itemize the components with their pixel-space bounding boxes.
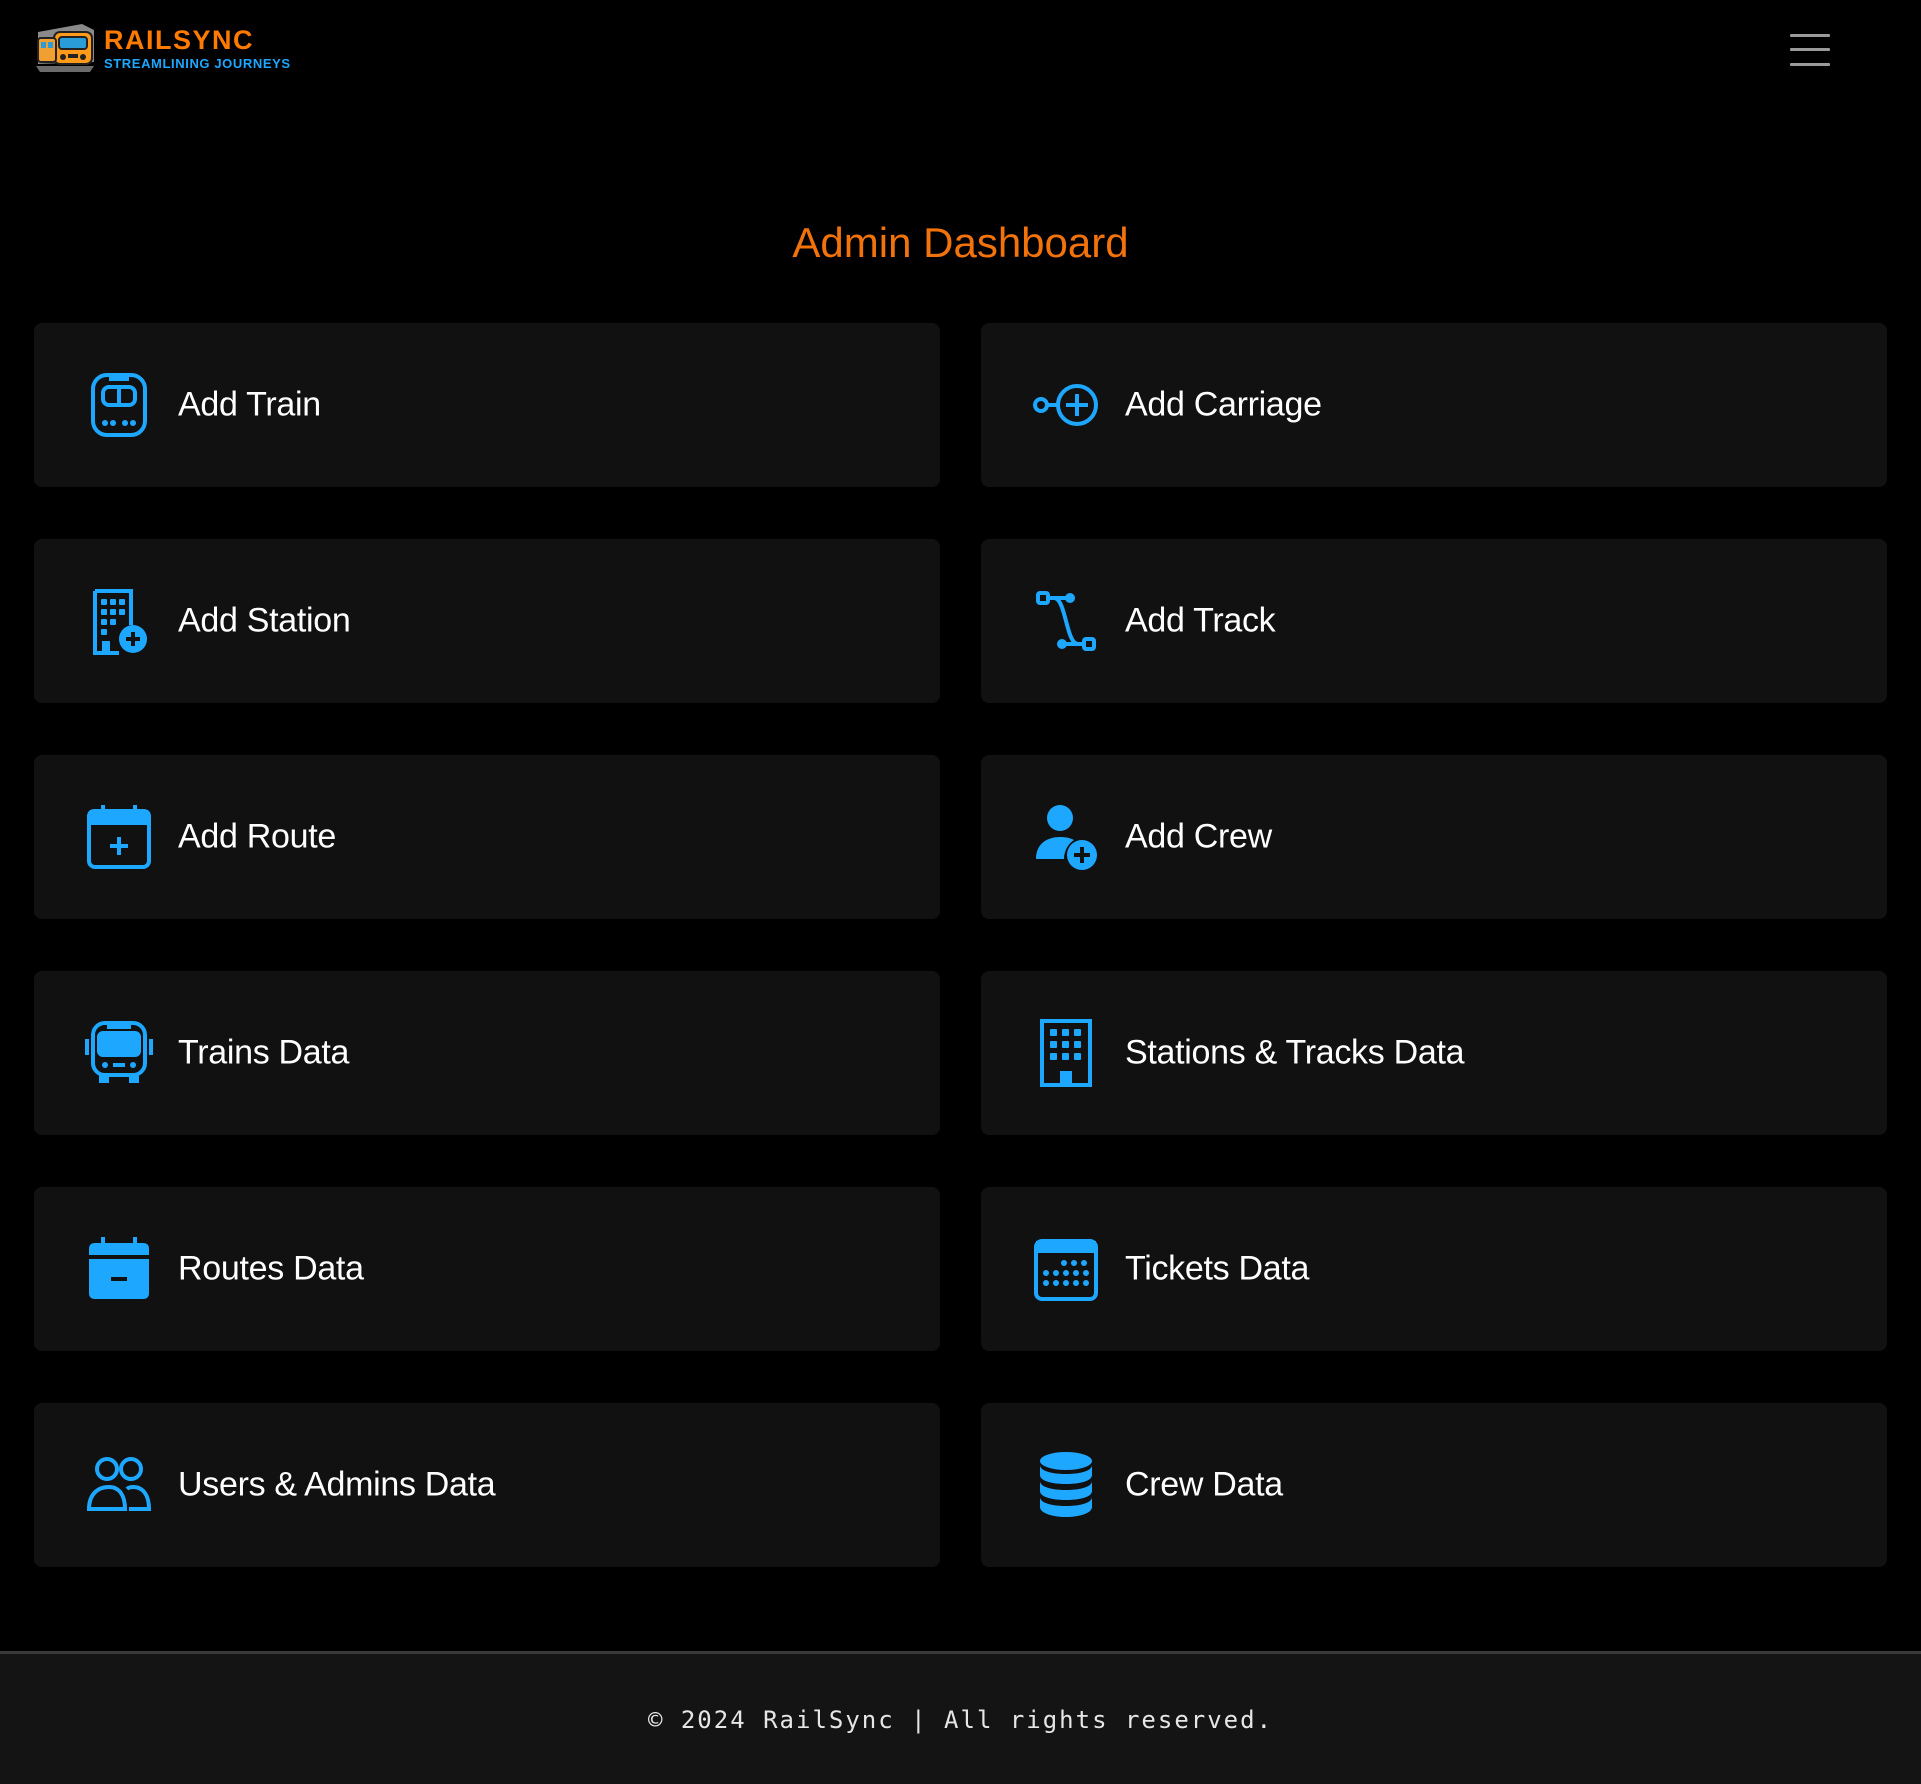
logo[interactable]: RAILSYNC STREAMLINING JOURNEYS [34, 22, 291, 74]
add-train-card[interactable]: Add Train [34, 323, 940, 487]
add-route-card[interactable]: Add Route [34, 755, 940, 919]
logo-name: RAILSYNC [104, 24, 255, 55]
logo-tagline: STREAMLINING JOURNEYS [104, 55, 291, 71]
person-plus-icon [1032, 803, 1100, 871]
copyright-text: © 2024 RailSync | All rights reserved. [647, 1706, 1274, 1734]
building-icon [1032, 1019, 1100, 1087]
add-crew-card[interactable]: Add Crew [981, 755, 1887, 919]
add-station-card[interactable]: Add Station [34, 539, 940, 703]
routes-data-card[interactable]: Routes Data [34, 1187, 940, 1351]
add-track-card[interactable]: Add Track [981, 539, 1887, 703]
footer: © 2024 RailSync | All rights reserved. [0, 1651, 1921, 1784]
card-label: Add Track [1125, 601, 1276, 640]
card-label: Add Crew [1125, 817, 1272, 856]
stations-tracks-data-card[interactable]: Stations & Tracks Data [981, 971, 1887, 1135]
card-label: Tickets Data [1125, 1249, 1310, 1288]
header: RAILSYNC STREAMLINING JOURNEYS [0, 0, 1921, 100]
add-carriage-card[interactable]: Add Carriage [981, 323, 1887, 487]
card-label: Crew Data [1125, 1465, 1283, 1504]
logo-text: RAILSYNC STREAMLINING JOURNEYS [104, 24, 291, 71]
dashboard-grid: Add Train Add Carriage Add Station Add T… [34, 323, 1887, 1567]
card-label: Routes Data [178, 1249, 364, 1288]
card-label: Add Station [178, 601, 351, 640]
train-front-icon [85, 371, 153, 439]
bus-front-icon [85, 1019, 153, 1087]
tickets-data-card[interactable]: Tickets Data [981, 1187, 1887, 1351]
trains-data-card[interactable]: Trains Data [34, 971, 940, 1135]
crew-data-card[interactable]: Crew Data [981, 1403, 1887, 1567]
calendar-dots-icon [1032, 1235, 1100, 1303]
train-logo-icon [36, 24, 94, 72]
node-plus-icon [1032, 371, 1100, 439]
card-label: Trains Data [178, 1033, 350, 1072]
bezier-path-icon [1032, 587, 1100, 655]
calendar-minus-icon [85, 1235, 153, 1303]
card-label: Add Train [178, 385, 321, 424]
card-label: Add Route [178, 817, 336, 856]
database-icon [1032, 1451, 1100, 1519]
page: RAILSYNC STREAMLINING JOURNEYS Admin Das… [0, 0, 1921, 1784]
users-admins-data-card[interactable]: Users & Admins Data [34, 1403, 940, 1567]
building-add-icon [85, 587, 153, 655]
card-label: Stations & Tracks Data [1125, 1033, 1465, 1072]
calendar-plus-icon [85, 803, 153, 871]
hamburger-menu-icon[interactable] [1790, 32, 1830, 68]
page-title: Admin Dashboard [792, 219, 1129, 267]
card-label: Add Carriage [1125, 385, 1322, 424]
card-label: Users & Admins Data [178, 1465, 496, 1504]
people-icon [85, 1451, 153, 1519]
